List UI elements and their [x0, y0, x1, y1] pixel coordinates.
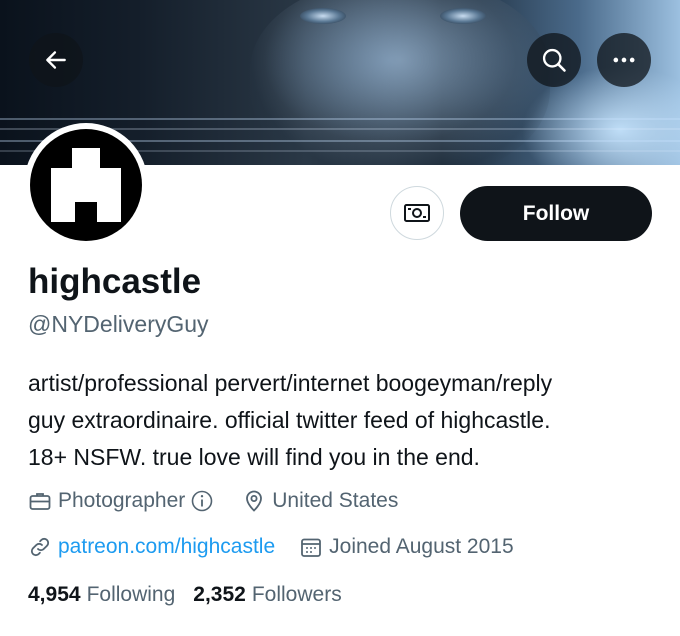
- follow-stats: 4,954 Following 2,352 Followers: [28, 583, 360, 607]
- profile-meta-row-1: Photographer United States: [28, 489, 398, 513]
- briefcase-icon: [29, 493, 51, 510]
- user-handle: @NYDeliveryGuy: [28, 311, 209, 337]
- followers-count: 2,352: [193, 583, 246, 606]
- info-icon[interactable]: [190, 489, 214, 513]
- location-label: United States: [272, 489, 399, 512]
- banner-eye-left: [300, 8, 346, 24]
- back-button[interactable]: [29, 33, 83, 87]
- more-button[interactable]: [597, 33, 651, 87]
- avatar[interactable]: [24, 123, 148, 247]
- bio-line: artist/professional pervert/internet boo…: [28, 370, 553, 396]
- category-item: Photographer: [28, 489, 220, 513]
- banner-eye-right: [440, 8, 486, 24]
- display-name: highcastle: [28, 262, 202, 301]
- more-icon: [613, 57, 635, 63]
- followers-stat[interactable]: 2,352 Followers: [193, 583, 341, 607]
- tip-button[interactable]: [390, 186, 444, 240]
- website-link[interactable]: patreon.com/highcastle: [58, 535, 275, 559]
- profile-meta-row-2: patreon.com/highcastle Joined August 201…: [28, 535, 514, 559]
- bio-line: 18+ NSFW. true love will find you in the…: [28, 444, 480, 470]
- back-arrow-icon: [46, 51, 66, 69]
- website-item[interactable]: patreon.com/highcastle: [28, 535, 275, 559]
- joined-label: Joined August 2015: [329, 535, 514, 558]
- link-icon: [30, 537, 50, 557]
- followers-label: Followers: [251, 583, 342, 606]
- category-label: Photographer: [58, 489, 186, 512]
- joined-item: Joined August 2015: [299, 535, 514, 559]
- following-stat[interactable]: 4,954 Following: [28, 583, 175, 607]
- follow-button[interactable]: Follow: [460, 186, 652, 241]
- banner-scanline: [0, 118, 680, 120]
- bio: artist/professional pervert/internet boo…: [28, 365, 668, 476]
- location-pin-icon: [246, 490, 263, 512]
- tip-jar-icon: [404, 204, 430, 222]
- avatar-logo: [30, 129, 142, 241]
- calendar-icon: [301, 538, 322, 557]
- following-count: 4,954: [28, 583, 81, 606]
- location-item: United States: [242, 489, 398, 513]
- following-label: Following: [86, 583, 176, 606]
- search-icon: [542, 48, 566, 72]
- search-button[interactable]: [527, 33, 581, 87]
- bio-line: guy extraordinaire. official twitter fee…: [28, 407, 551, 433]
- castle-logo-icon: [51, 148, 121, 222]
